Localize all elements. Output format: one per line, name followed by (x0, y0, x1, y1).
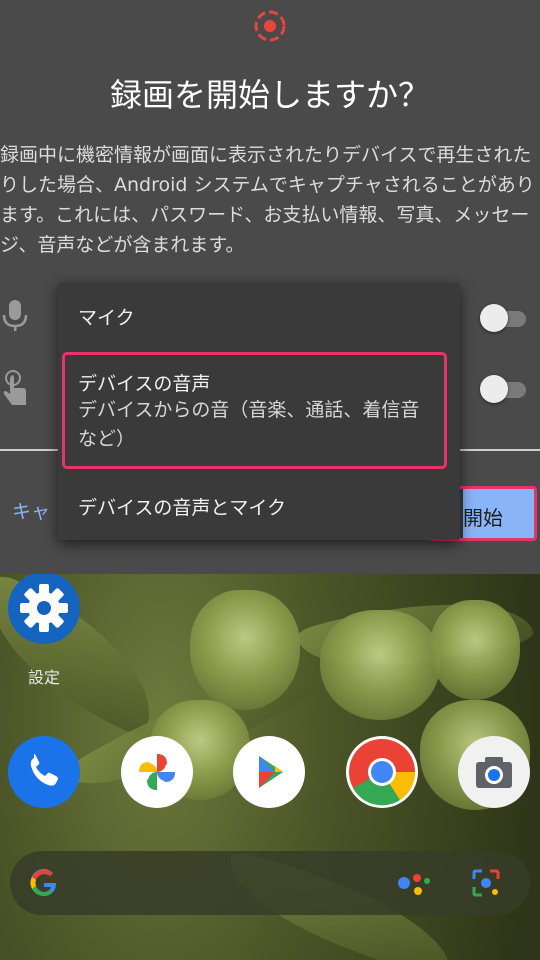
search-bar[interactable] (10, 851, 530, 915)
highlight-box (62, 352, 447, 469)
lens-icon[interactable] (470, 867, 502, 899)
pinwheel-icon (139, 754, 175, 790)
dialog-description: 録画中に機密情報が画面に表示されたりデバイスで再生されたりした場合、Androi… (0, 144, 535, 256)
phone-app[interactable] (8, 736, 80, 808)
menu-item-microphone[interactable]: マイク (78, 303, 135, 330)
assistant-icon[interactable] (396, 867, 432, 899)
google-icon (30, 869, 56, 897)
microphone-toggle[interactable] (480, 304, 528, 332)
start-button-label: 開始 (463, 506, 503, 530)
chrome-app[interactable] (346, 736, 418, 808)
play-icon (259, 756, 283, 788)
settings-app[interactable] (8, 572, 80, 644)
show-touches-toggle[interactable] (480, 375, 528, 403)
screen-record-icon (254, 10, 286, 42)
camera-icon (476, 757, 512, 788)
gear-icon (20, 584, 68, 632)
touch-icon (3, 370, 26, 405)
settings-label: 設定 (28, 668, 61, 687)
menu-item-device-audio-and-mic[interactable]: デバイスの音声とマイク (78, 493, 286, 520)
menu-item-label: デバイスの音声とマイク (78, 497, 287, 519)
camera-app[interactable] (458, 736, 530, 808)
photos-app[interactable] (121, 736, 193, 808)
menu-item-label: マイク (78, 307, 135, 329)
dialog-title: 録画を開始しますか？ (109, 76, 430, 114)
cancel-button[interactable]: キャ (12, 497, 50, 524)
play-store-app[interactable] (233, 736, 305, 808)
chrome-icon (349, 739, 416, 806)
microphone-icon (2, 300, 28, 331)
phone-icon (30, 754, 58, 786)
